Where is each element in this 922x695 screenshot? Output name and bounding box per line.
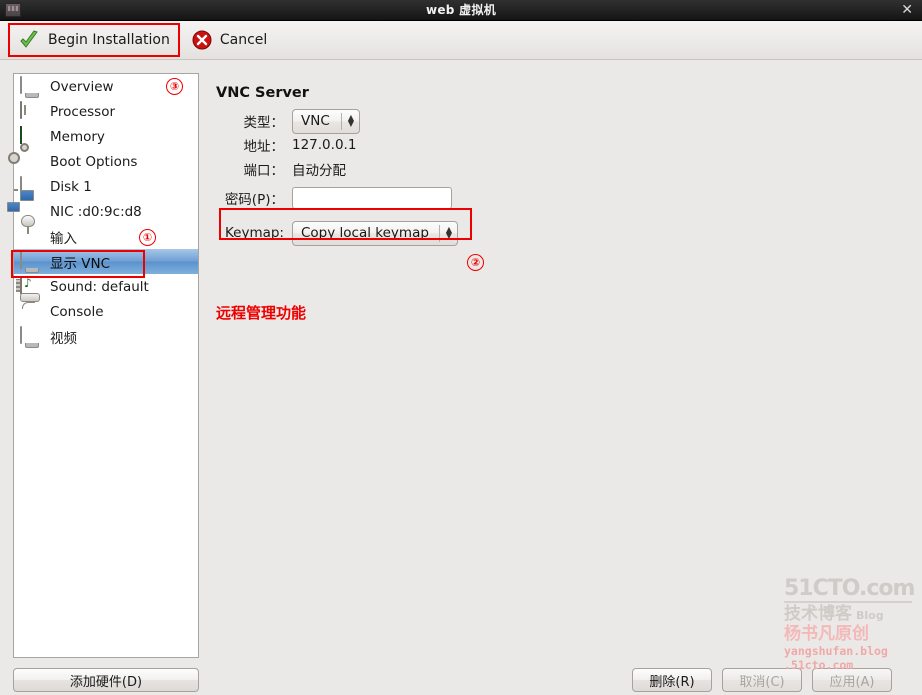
type-select[interactable]: VNC ▲ ▼ <box>292 108 360 134</box>
annotation-marker-1: ① <box>139 229 156 246</box>
sidebar-item-label: 输入 <box>50 230 77 247</box>
type-value: VNC <box>301 113 330 129</box>
sidebar-item-label: 显示 VNC <box>50 255 111 272</box>
field-row-address: 地址： 127.0.0.1 <box>216 134 546 156</box>
chevron-updown-icon: ▲ ▼ <box>445 225 453 240</box>
sidebar-item-input[interactable]: 输入 <box>14 214 198 249</box>
add-hardware-button[interactable]: 添加硬件(D) <box>13 668 199 692</box>
combo-divider <box>341 112 342 130</box>
gears-icon <box>8 142 42 172</box>
cancel-toolbar-button[interactable]: Cancel <box>184 26 275 54</box>
keymap-value: Copy local keymap <box>301 225 429 241</box>
sidebar-item-boot-options[interactable]: Boot Options <box>8 142 198 174</box>
close-icon[interactable]: ✕ <box>901 3 913 18</box>
sidebar-item-label: Console <box>50 303 104 320</box>
watermark-subtitle: 技术博客 <box>784 604 852 624</box>
sidebar-item-display-vnc[interactable]: 显示 VNC <box>14 249 198 274</box>
mouse-icon <box>20 214 42 247</box>
keymap-select[interactable]: Copy local keymap ▲ ▼ <box>292 220 458 246</box>
port-label: 端口： <box>243 163 285 179</box>
sidebar-item-sound[interactable]: Sound: default <box>14 274 198 299</box>
annotation-note: 远程管理功能 <box>216 304 307 322</box>
monitor-icon <box>20 75 42 97</box>
video-icon <box>20 325 42 347</box>
page-title: VNC Server <box>216 85 309 101</box>
vnc-settings-form: 类型： VNC ▲ ▼ 地址： 127.0.0.1 端口： 自动分配 密码(P)：… <box>216 108 546 251</box>
chevron-updown-icon: ▲ ▼ <box>347 113 355 128</box>
cpu-chip-icon <box>20 100 42 122</box>
green-check-icon <box>18 29 40 51</box>
password-input[interactable] <box>292 187 452 209</box>
sidebar-item-processor[interactable]: Processor <box>14 99 198 124</box>
display-icon <box>20 250 42 272</box>
field-row-type: 类型： VNC ▲ ▼ <box>216 108 546 134</box>
sidebar-item-label: 视频 <box>50 330 77 347</box>
sidebar-item-nic[interactable]: NIC :d0:9c:d8 <box>7 189 198 224</box>
red-x-icon <box>192 30 212 50</box>
cancel-button: 取消(C) <box>722 668 802 692</box>
watermark-blog-label: Blog <box>856 609 884 622</box>
watermark-divider <box>784 601 912 603</box>
sidebar-item-label: Disk 1 <box>50 178 92 195</box>
sidebar-item-label: Memory <box>50 128 105 145</box>
main-toolbar: Begin Installation Cancel <box>0 21 922 60</box>
sidebar-item-memory[interactable]: Memory <box>14 124 198 149</box>
sidebar-item-label: Processor <box>50 103 116 120</box>
sidebar-item-console[interactable]: Console <box>14 292 198 324</box>
port-value: 自动分配 <box>292 163 346 179</box>
apply-button: 应用(A) <box>812 668 892 692</box>
window-title: web 虚拟机 <box>425 2 497 17</box>
type-label: 类型： <box>243 115 285 131</box>
cancel-toolbar-label: Cancel <box>219 32 268 48</box>
sidebar-item-disk-1[interactable]: Disk 1 <box>14 174 198 199</box>
annotation-marker-3: ③ <box>166 78 183 95</box>
sidebar-item-video[interactable]: 视频 <box>14 324 198 349</box>
delete-button[interactable]: 删除(R) <box>632 668 712 692</box>
watermark-url-line1: yangshufan.blog <box>784 644 888 658</box>
window-titlebar: web 虚拟机 ✕ <box>0 0 922 21</box>
begin-installation-button[interactable]: Begin Installation <box>8 23 180 57</box>
field-row-password: 密码(P)： <box>216 183 546 213</box>
watermark-author: 杨书凡原创 <box>784 624 869 644</box>
hardware-list[interactable]: Overview Processor Memory Boot Options D… <box>7 73 199 658</box>
address-value: 127.0.0.1 <box>292 137 357 153</box>
console-icon <box>20 292 42 322</box>
sidebar-item-label: Boot Options <box>50 153 138 170</box>
password-label: 密码(P)： <box>224 192 284 208</box>
keymap-label: Keymap: <box>224 225 284 241</box>
sidebar-item-label: Sound: default <box>50 278 149 295</box>
sidebar-item-label: NIC :d0:9c:d8 <box>50 203 142 220</box>
address-label: 地址： <box>243 139 285 155</box>
begin-installation-label: Begin Installation <box>48 32 170 48</box>
annotation-marker-2: ② <box>467 254 484 271</box>
field-row-port: 端口： 自动分配 <box>216 158 546 180</box>
sidebar-item-label: Overview <box>50 78 114 95</box>
field-row-keymap: Keymap: Copy local keymap ▲ ▼ <box>216 217 546 249</box>
combo-divider <box>439 224 440 242</box>
watermark-site: 51CTO.com <box>784 576 915 601</box>
